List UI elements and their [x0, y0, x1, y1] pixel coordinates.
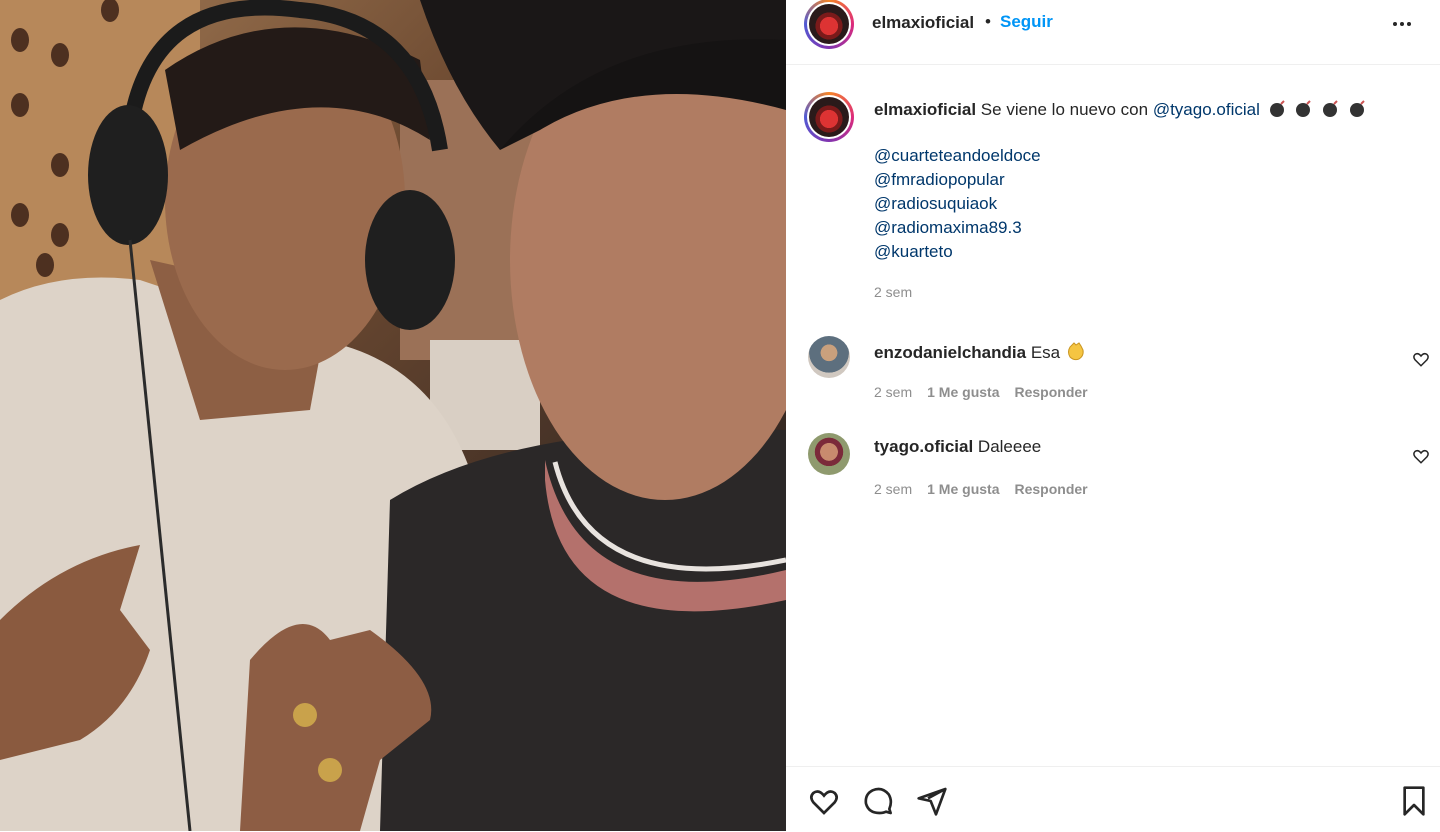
post-panel: elmaxioficial • Seguir elmaxioficial Se … — [786, 0, 1440, 831]
mention-link[interactable]: @radiomaxima89.3 — [874, 216, 1041, 240]
bomb-icon — [1323, 100, 1338, 117]
bomb-icon — [1269, 100, 1285, 117]
post-header: elmaxioficial • Seguir — [786, 0, 1440, 65]
separator-dot: • — [985, 12, 991, 31]
caption-message: Se viene lo nuevo con — [980, 100, 1149, 119]
caption-mention[interactable]: @tyago.oficial — [1153, 100, 1260, 119]
comment-text: enzodanielchandia Esa — [874, 340, 1087, 363]
mention-link[interactable]: @kuarteto — [874, 240, 1041, 264]
comment-message: Esa — [1030, 343, 1061, 362]
author-avatar[interactable] — [804, 0, 854, 49]
caption-username[interactable]: elmaxioficial — [874, 100, 976, 119]
comment-icon[interactable] — [862, 785, 894, 817]
more-icon[interactable] — [1388, 12, 1416, 36]
commenter-avatar[interactable] — [808, 336, 850, 378]
comment-likes[interactable]: 1 Me gusta — [927, 384, 999, 400]
author-username[interactable]: elmaxioficial — [872, 13, 974, 33]
comment-username[interactable]: tyago.oficial — [874, 437, 973, 456]
comment-time[interactable]: 2 sem — [874, 384, 912, 400]
comment-meta: 2 sem 1 Me gusta Responder — [874, 481, 1088, 497]
clapping-hands-icon — [1067, 342, 1084, 361]
caption-avatar[interactable] — [804, 92, 854, 142]
mention-link[interactable]: @fmradiopopular — [874, 168, 1041, 192]
post-photo[interactable] — [0, 0, 786, 831]
comment-likes[interactable]: 1 Me gusta — [927, 481, 999, 497]
heart-icon[interactable] — [1412, 447, 1430, 465]
caption-mentions: @cuarteteandoeldoce @fmradiopopular @rad… — [874, 144, 1041, 264]
bookmark-icon[interactable] — [1398, 785, 1430, 817]
heart-icon[interactable] — [808, 785, 840, 817]
comment-time[interactable]: 2 sem — [874, 481, 912, 497]
send-icon[interactable] — [916, 785, 948, 817]
caption-time[interactable]: 2 sem — [874, 284, 912, 300]
commenter-avatar[interactable] — [808, 433, 850, 475]
caption-text: elmaxioficial Se viene lo nuevo con @tya… — [874, 98, 1414, 122]
comment-message: Daleeee — [977, 437, 1042, 456]
photo-illustration — [0, 0, 786, 831]
heart-icon[interactable] — [1412, 350, 1430, 368]
action-bar — [786, 766, 1440, 832]
follow-button[interactable]: Seguir — [1000, 12, 1053, 32]
comment-meta: 2 sem 1 Me gusta Responder — [874, 384, 1088, 400]
comment-item: enzodanielchandia Esa 2 sem 1 Me gusta R… — [804, 336, 1429, 400]
reply-button[interactable]: Responder — [1014, 384, 1087, 400]
comment-text: tyago.oficial Daleeee — [874, 437, 1041, 457]
reply-button[interactable]: Responder — [1014, 481, 1087, 497]
bomb-icon — [1349, 100, 1365, 117]
mention-link[interactable]: @cuarteteandoeldoce — [874, 144, 1041, 168]
comment-item: tyago.oficial Daleeee 2 sem 1 Me gusta R… — [804, 433, 1429, 497]
mention-link[interactable]: @radiosuquiaok — [874, 192, 1041, 216]
comment-username[interactable]: enzodanielchandia — [874, 343, 1026, 362]
bomb-icon — [1296, 100, 1312, 117]
